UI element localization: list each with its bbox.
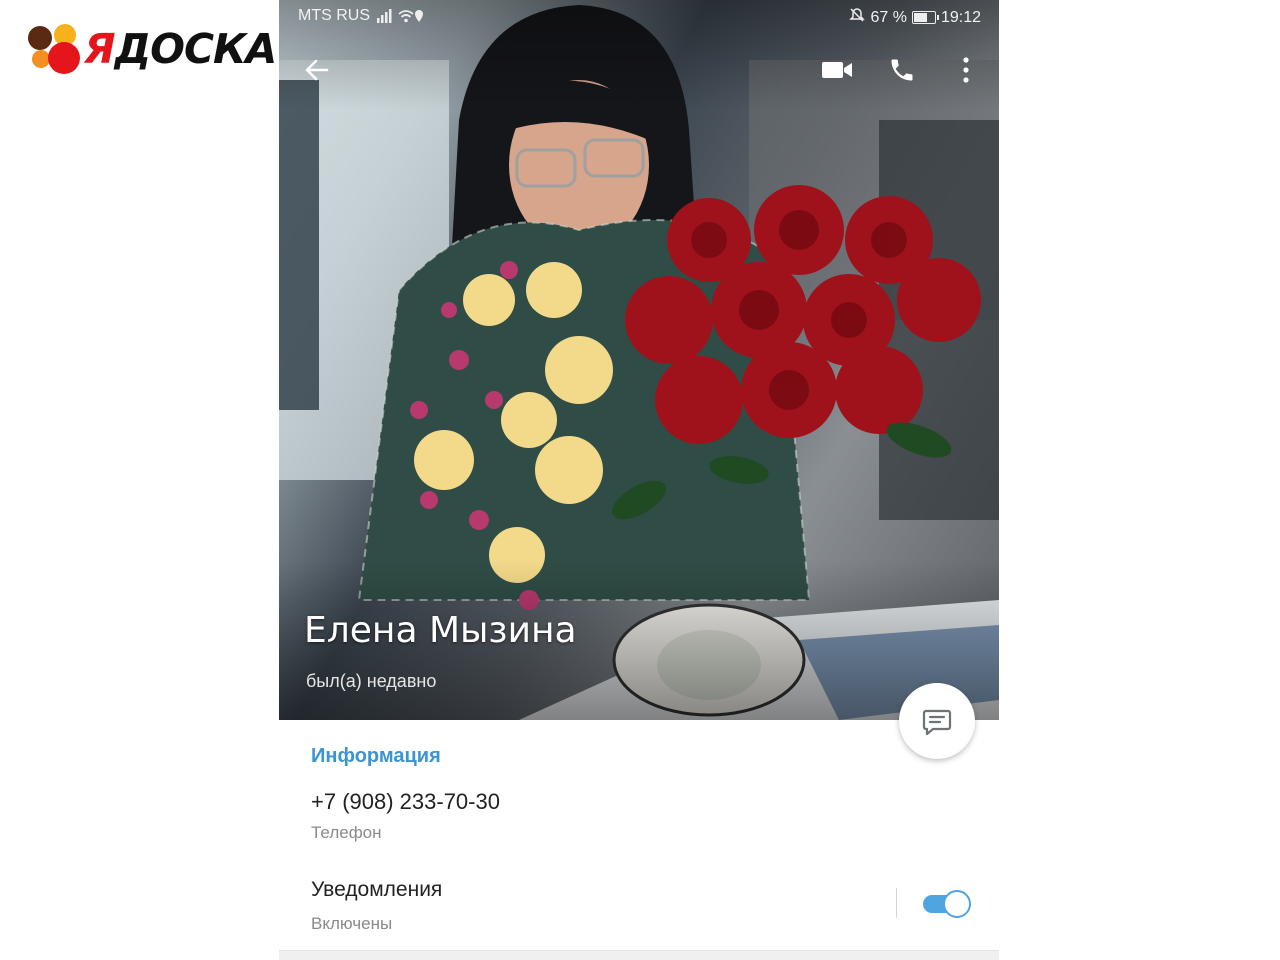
back-arrow-icon <box>305 59 329 81</box>
yadoska-logo: ЯДОСКА <box>26 22 277 78</box>
carrier-name: MTS RUS <box>298 7 370 24</box>
profile-name: Елена Мызина <box>304 610 577 651</box>
logo-dot-red <box>48 42 80 74</box>
status-right: 67 % 19:12 <box>849 7 981 28</box>
send-message-button[interactable] <box>899 683 975 759</box>
video-call-button[interactable] <box>815 48 859 92</box>
more-options-button[interactable] <box>944 48 988 92</box>
phone-screen: MTS RUS 67 % 19:12 Елена Мызина был(а) н… <box>279 0 999 960</box>
logo-wordmark: ЯДОСКА <box>84 25 277 73</box>
notifications-divider <box>896 888 897 918</box>
battery-icon <box>911 11 939 24</box>
notifications-title[interactable]: Уведомления <box>311 878 442 902</box>
message-icon <box>922 709 952 736</box>
video-call-icon <box>822 62 852 78</box>
voice-call-button[interactable] <box>880 48 924 92</box>
section-separator <box>279 950 999 960</box>
phone-number[interactable]: +7 (908) 233-70-30 <box>311 789 500 815</box>
status-bar: MTS RUS 67 % 19:12 <box>279 0 999 34</box>
battery-percent: 67 % <box>870 8 907 26</box>
clock: 19:12 <box>940 8 981 26</box>
profile-last-seen: был(а) недавно <box>306 671 437 691</box>
phone-icon <box>891 59 913 81</box>
notifications-toggle[interactable] <box>923 890 971 918</box>
signal-icon <box>377 9 423 28</box>
notifications-state: Включены <box>311 914 393 933</box>
logo-dot-brown <box>28 26 52 50</box>
info-section-title: Информация <box>311 745 441 767</box>
phone-number-label: Телефон <box>311 823 382 842</box>
back-button[interactable] <box>295 48 339 92</box>
more-vert-icon <box>963 57 969 83</box>
mute-icon <box>849 7 866 28</box>
toggle-knob <box>943 890 971 918</box>
